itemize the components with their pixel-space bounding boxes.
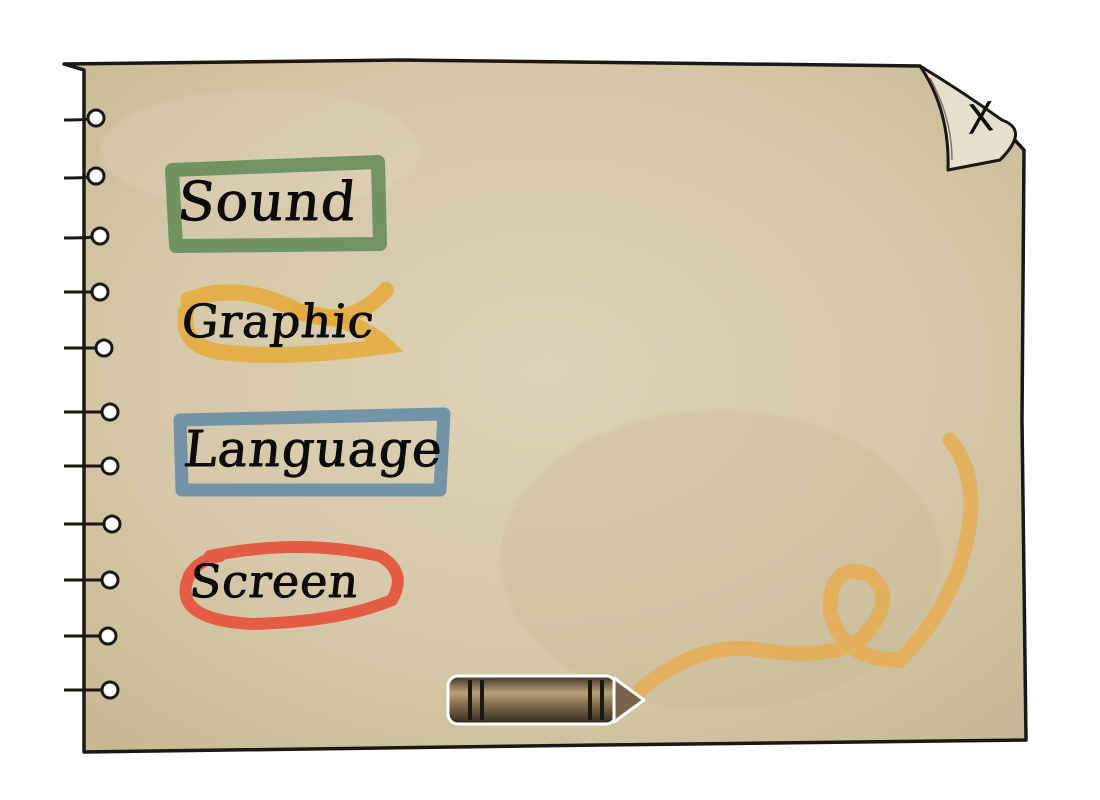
close-icon: X: [966, 93, 996, 145]
notebook-illustration: [62, 58, 1028, 754]
menu-item-sound[interactable]: Sound: [172, 162, 384, 248]
menu-item-language-label: Language: [180, 420, 446, 478]
crayon-icon: [446, 674, 646, 726]
menu-item-screen-label: Screen: [187, 554, 363, 608]
menu-item-language[interactable]: Language: [176, 410, 448, 496]
settings-screen: Sound Graphic Language Screen X: [0, 0, 1100, 800]
menu-item-sound-label: Sound: [174, 170, 360, 233]
menu-item-screen[interactable]: Screen: [178, 540, 410, 626]
menu-item-graphic-label: Graphic: [179, 294, 378, 348]
close-button[interactable]: X: [945, 90, 1025, 172]
menu-item-graphic[interactable]: Graphic: [176, 282, 390, 366]
